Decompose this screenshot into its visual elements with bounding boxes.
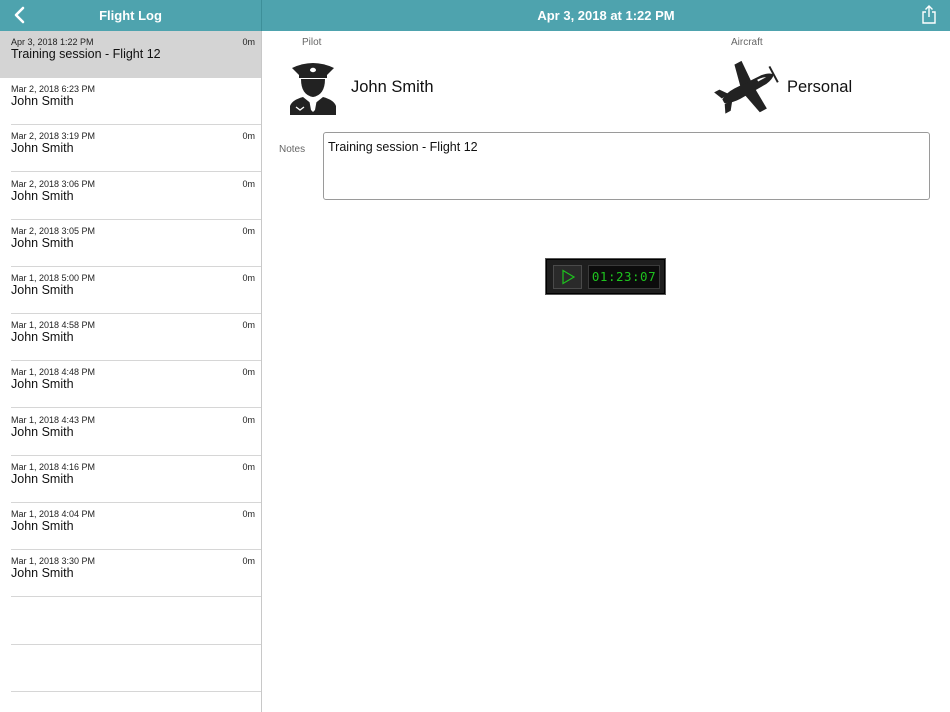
flight-list-item[interactable]: Mar 2, 2018 3:06 PM 0m John Smith bbox=[0, 173, 261, 220]
back-button[interactable] bbox=[9, 4, 29, 26]
flight-title: John Smith bbox=[11, 566, 74, 581]
flight-list-item[interactable]: Apr 3, 2018 1:22 PM 0m Training session - … bbox=[0, 31, 261, 78]
airplane-icon[interactable] bbox=[714, 59, 782, 117]
flight-date: Mar 1, 2018 4:43 PM bbox=[11, 414, 96, 425]
flight-list-item[interactable]: Mar 1, 2018 3:30 PM 0m John Smith bbox=[0, 550, 261, 598]
flight-title: Training session - Flight 12 bbox=[11, 47, 161, 61]
flight-date: Mar 1, 2018 3:30 PM bbox=[11, 556, 96, 567]
flight-duration: 0m bbox=[242, 367, 255, 378]
empty-row-divider bbox=[11, 643, 261, 645]
flight-date: Mar 1, 2018 4:16 PM bbox=[11, 461, 96, 472]
flight-duration: 0m bbox=[242, 414, 255, 425]
flight-list-item[interactable]: Mar 1, 2018 4:16 PM 0m John Smith bbox=[0, 456, 261, 503]
chevron-left-icon bbox=[14, 6, 25, 24]
pilot-icon[interactable] bbox=[288, 59, 338, 115]
flight-title: John Smith bbox=[11, 377, 74, 392]
pilot-label: Pilot bbox=[302, 37, 322, 48]
flight-duration: 0m bbox=[242, 37, 255, 47]
flight-list-item[interactable]: Mar 2, 2018 6:23 PM John Smith bbox=[0, 78, 261, 126]
flight-list-item[interactable]: Mar 1, 2018 4:04 PM 0m John Smith bbox=[0, 503, 261, 550]
flight-list-item[interactable]: Mar 1, 2018 4:43 PM 0m John Smith bbox=[0, 409, 261, 456]
flight-timer: 01:23:07 bbox=[545, 258, 666, 295]
pilot-name[interactable]: John Smith bbox=[351, 78, 434, 97]
timer-display: 01:23:07 bbox=[588, 265, 660, 289]
flight-duration: 0m bbox=[242, 225, 255, 236]
flight-detail: Pilot Aircraft John Smith Personal Notes… bbox=[262, 31, 950, 712]
share-button[interactable] bbox=[920, 5, 938, 25]
flight-date: Mar 1, 2018 5:00 PM bbox=[11, 273, 96, 283]
notes-field[interactable]: Training session - Flight 12 bbox=[323, 132, 930, 200]
flight-title: John Smith bbox=[11, 424, 74, 439]
flight-list-item[interactable]: Mar 1, 2018 5:00 PM 0m John Smith bbox=[0, 267, 261, 314]
flight-date: Mar 2, 2018 3:19 PM bbox=[11, 131, 96, 142]
flight-date: Mar 2, 2018 3:06 PM bbox=[11, 178, 96, 189]
flight-date-title: Apr 3, 2018 at 1:22 PM bbox=[537, 8, 675, 23]
aircraft-label: Aircraft bbox=[731, 37, 763, 48]
empty-row-divider bbox=[11, 690, 261, 692]
nav-left-section: Flight Log bbox=[0, 0, 262, 31]
flight-title: John Smith bbox=[11, 188, 74, 203]
flight-date: Apr 3, 2018 1:22 PM bbox=[11, 37, 94, 47]
share-icon bbox=[922, 5, 936, 24]
navigation-bar: Flight Log Apr 3, 2018 at 1:22 PM bbox=[0, 0, 950, 31]
play-button[interactable] bbox=[553, 265, 582, 289]
flight-date: Mar 1, 2018 4:48 PM bbox=[11, 367, 96, 378]
notes-label: Notes bbox=[279, 144, 306, 155]
flight-duration: 0m bbox=[242, 461, 255, 472]
flight-title: John Smith bbox=[11, 283, 74, 297]
flight-list-item[interactable]: Mar 2, 2018 3:19 PM 0m John Smith bbox=[0, 125, 261, 173]
flight-duration: 0m bbox=[242, 509, 255, 519]
flight-list-item[interactable]: Mar 2, 2018 3:05 PM 0m John Smith bbox=[0, 220, 261, 267]
flight-date: Mar 1, 2018 4:58 PM bbox=[11, 320, 96, 331]
flight-title: John Smith bbox=[11, 235, 74, 250]
aircraft-name[interactable]: Personal bbox=[787, 78, 852, 97]
flight-title: John Smith bbox=[11, 330, 74, 345]
play-icon bbox=[561, 269, 575, 285]
flight-title: John Smith bbox=[11, 141, 74, 156]
flight-title: John Smith bbox=[11, 94, 74, 109]
flight-list[interactable]: Apr 3, 2018 1:22 PM 0m Training session - … bbox=[0, 31, 262, 712]
flight-date: Mar 2, 2018 3:05 PM bbox=[11, 225, 96, 236]
flight-duration: 0m bbox=[242, 320, 255, 331]
flight-duration: 0m bbox=[242, 556, 255, 567]
flight-date: Mar 2, 2018 6:23 PM bbox=[11, 84, 96, 95]
flight-duration: 0m bbox=[242, 131, 255, 142]
flight-log-title: Flight Log bbox=[99, 8, 162, 23]
flight-date: Mar 1, 2018 4:04 PM bbox=[11, 509, 96, 519]
flight-duration: 0m bbox=[242, 273, 255, 283]
flight-list-item[interactable]: Mar 1, 2018 4:58 PM 0m John Smith bbox=[0, 314, 261, 362]
flight-title: John Smith bbox=[11, 519, 74, 533]
flight-duration: 0m bbox=[242, 178, 255, 189]
flight-title: John Smith bbox=[11, 471, 74, 486]
flight-list-item[interactable]: Mar 1, 2018 4:48 PM 0m John Smith bbox=[0, 361, 261, 409]
